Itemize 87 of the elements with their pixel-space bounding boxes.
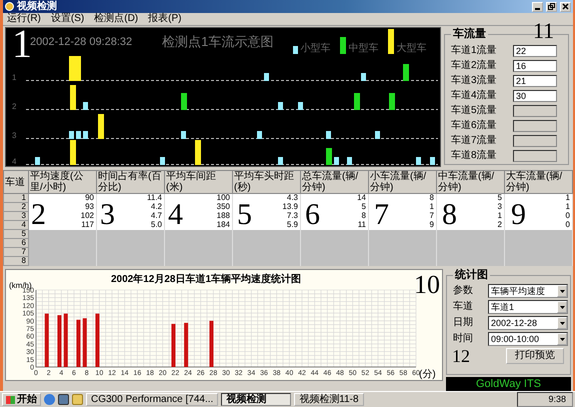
column-header[interactable]: 大车流量(辆/分钟) xyxy=(504,170,572,194)
dropdown[interactable]: 2002-12-28 xyxy=(488,316,568,330)
taskbar-button[interactable]: CG300 Performance [744... xyxy=(86,393,218,406)
column-header[interactable]: 平均车头时距(秒) xyxy=(232,170,300,194)
start-button[interactable]: 开始 xyxy=(2,393,41,406)
windows-logo-icon xyxy=(6,396,15,404)
window-title: 视频检测 xyxy=(17,0,57,12)
axis-label: (km/h) xyxy=(9,281,32,290)
table-cell: 90 xyxy=(28,194,96,202)
column-header[interactable]: 小车流量(辆/分钟) xyxy=(368,170,436,194)
column-header[interactable]: 时间占有率(百分比) xyxy=(96,170,164,194)
lane-label: 3 xyxy=(12,131,16,140)
taskbar-button[interactable]: 视频检测 xyxy=(221,393,292,406)
chart-bar xyxy=(95,314,100,367)
flow-input-field[interactable]: 16 xyxy=(513,60,557,72)
flow-input-field[interactable]: 30 xyxy=(513,90,557,102)
column-header[interactable]: 中车流量(辆/分钟) xyxy=(436,170,504,194)
field-label: 时间 xyxy=(452,333,473,345)
chart-bar xyxy=(57,315,62,367)
taskbar-button[interactable]: 视频检测11-8 xyxy=(294,393,364,406)
field-label: 车道4流量 xyxy=(451,90,498,102)
callout-number: 12 xyxy=(452,347,470,365)
restore-icon xyxy=(548,3,555,10)
group-title: 车流量 xyxy=(451,28,488,41)
legend-label: 小型车 xyxy=(300,44,330,54)
table-cell: 4.3 xyxy=(232,194,300,202)
dropdown[interactable]: 车辆平均速度 xyxy=(488,284,568,298)
flow-input-field[interactable]: 22 xyxy=(513,45,557,57)
group-title: 统计图 xyxy=(453,269,490,282)
chart-bar xyxy=(82,318,87,367)
field-label: 参数 xyxy=(452,285,473,297)
chart-bar xyxy=(64,314,68,367)
restore-button[interactable] xyxy=(546,2,557,12)
chart-title: 2002年12月28日车道1车辆平均速度统计图 xyxy=(110,274,302,285)
table-cell: 11.4 xyxy=(96,194,164,202)
monitor-title: 检测点1车流示意图 xyxy=(162,35,274,49)
close-button[interactable] xyxy=(560,2,571,12)
column-header[interactable]: 车道 xyxy=(4,170,28,194)
caret-icon xyxy=(557,333,567,345)
legend-label: 中型车 xyxy=(348,44,378,54)
caret-icon xyxy=(557,317,567,329)
field-label: 日期 xyxy=(452,317,473,329)
field-label: 车道6流量 xyxy=(451,120,498,132)
lane-label: 2 xyxy=(12,102,16,111)
field-label: 车道 xyxy=(452,301,473,313)
flow-input-field[interactable]: 21 xyxy=(513,75,557,87)
table-cell: 100 xyxy=(164,194,232,202)
menu-item[interactable]: 检测点(D) xyxy=(94,13,138,25)
timestamp: 2002-12-28 09:28:32 xyxy=(30,36,132,48)
callout-number: 10 xyxy=(414,272,440,298)
field-label: 车道8流量 xyxy=(451,150,498,162)
column-header[interactable]: 平均速度(公里/小时) xyxy=(28,170,96,194)
field-label: 车道3流量 xyxy=(451,75,498,87)
menu-item[interactable]: 设置(S) xyxy=(50,13,84,25)
callout-number: 11 xyxy=(533,20,554,42)
brand-label: GoldWay ITS xyxy=(446,377,571,392)
field-label: 车道2流量 xyxy=(451,60,498,72)
chart-bar xyxy=(44,314,49,367)
menu-item[interactable]: 运行(R) xyxy=(7,13,41,25)
axis-label: (分) xyxy=(419,369,436,380)
column-header[interactable]: 平均车间距(米) xyxy=(164,170,232,194)
table-cell: 14 xyxy=(300,194,368,202)
chart-bar xyxy=(184,322,188,367)
chart-bar xyxy=(76,320,80,367)
column-header[interactable]: 总车流量(辆/分钟) xyxy=(300,170,368,194)
minimize-button[interactable] xyxy=(532,2,543,12)
dropdown[interactable]: 车道1 xyxy=(488,300,568,314)
dropdown[interactable]: 09:00-10:00 xyxy=(488,332,568,346)
close-icon xyxy=(562,3,569,10)
chart-bar xyxy=(209,320,214,367)
field-label: 车道5流量 xyxy=(451,105,498,117)
clock: 9:38 xyxy=(548,394,566,405)
field-label: 车道1流量 xyxy=(451,45,498,57)
field-label: 车道7流量 xyxy=(451,135,498,147)
menu-item[interactable]: 报表(P) xyxy=(148,13,182,25)
caret-icon xyxy=(557,285,567,297)
lane-label: 4 xyxy=(12,157,16,166)
app-icon xyxy=(5,2,14,11)
caret-icon xyxy=(557,301,567,313)
print-preview-button[interactable]: 打印预览 xyxy=(506,348,564,364)
legend-label: 大型车 xyxy=(396,44,426,54)
table-cell: 5 xyxy=(436,194,504,202)
table-cell: 8 xyxy=(368,194,436,202)
table-cell: 1 xyxy=(504,194,572,202)
callout-number: 1 xyxy=(12,24,32,64)
lane-label: 1 xyxy=(12,73,16,82)
chart-bar xyxy=(171,324,176,367)
